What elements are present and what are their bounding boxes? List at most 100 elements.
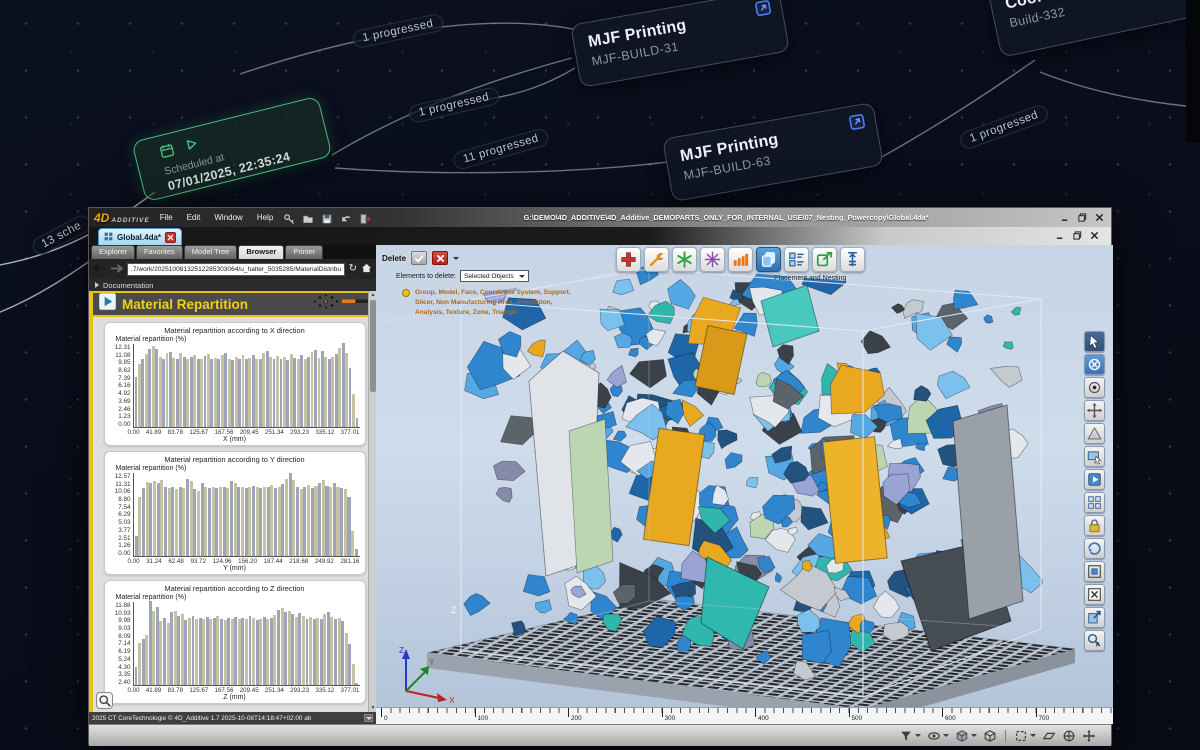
statistics-button[interactable] [728, 247, 753, 272]
repair-button[interactable] [644, 247, 669, 272]
browser-nav-bar: ↻ [89, 259, 376, 279]
solid-cube-icon [983, 729, 997, 743]
deletable-elements-hint: Group, Model, Face, Coordinate System, S… [402, 288, 578, 318]
restore-button[interactable] [1076, 212, 1089, 223]
undo-icon[interactable] [340, 212, 352, 224]
solid-cube-view-button[interactable] [983, 729, 997, 743]
visibility-icon [927, 729, 941, 743]
back-button[interactable] [93, 260, 106, 278]
plane-icon [1042, 729, 1056, 743]
select-cursor-button[interactable] [1084, 331, 1105, 352]
delete-label: Delete [382, 254, 406, 263]
nesting-list-button[interactable] [784, 247, 809, 272]
menubar: File Edit Window Help [160, 213, 274, 222]
menu-window[interactable]: Window [214, 213, 242, 222]
move-button[interactable] [1084, 400, 1105, 421]
chart-ylabel: Material repartition (%) [116, 594, 360, 601]
panel-tab-browser[interactable]: Browser [238, 245, 284, 259]
mdi-close-button[interactable] [1088, 230, 1101, 241]
mdi-minimize-button[interactable] [1054, 230, 1067, 241]
filter-icon [899, 729, 913, 743]
window-zoom-button[interactable] [1084, 446, 1105, 467]
lock-button[interactable] [1084, 515, 1105, 536]
toolbar-caption: Placement and Nesting [774, 275, 846, 282]
chart-title: Material repartition according to Y dire… [110, 455, 360, 464]
cancel-button[interactable] [432, 251, 448, 265]
viewport-ruler: 0100200300400500600700 [376, 707, 1113, 724]
menu-edit[interactable]: Edit [187, 213, 201, 222]
add-button[interactable] [616, 247, 641, 272]
rotate-view-button[interactable] [1084, 538, 1105, 559]
visibility-view-button[interactable] [927, 729, 949, 743]
export-view-button[interactable] [1084, 607, 1105, 628]
viewport-3d[interactable]: Z Z Y X Delete Elements to delete: Selec… [376, 245, 1113, 724]
ruler-label: 500 [852, 715, 863, 722]
folder-icon[interactable] [302, 212, 314, 224]
external-link-icon[interactable] [754, 0, 773, 17]
panel-tab-explorer[interactable]: Explorer [91, 245, 135, 259]
render-mode-view-button[interactable] [955, 729, 977, 743]
tab-close-icon[interactable] [165, 232, 176, 243]
forward-button[interactable] [110, 260, 123, 278]
view-mode-icons [899, 729, 1096, 743]
close-box-button[interactable] [1084, 584, 1105, 605]
home-icon[interactable] [361, 263, 372, 276]
effects-icon [703, 250, 722, 269]
fit-frame-button[interactable] [1084, 561, 1105, 582]
deselect-button[interactable] [1084, 354, 1105, 375]
center-point-button[interactable] [1084, 377, 1105, 398]
select-cursor-icon [1086, 333, 1103, 350]
panel-tab-favorites[interactable]: Favorites [136, 245, 183, 259]
menu-help[interactable]: Help [257, 213, 273, 222]
effects-button[interactable] [700, 247, 725, 272]
minimize-button[interactable] [1059, 212, 1072, 223]
save-icon[interactable] [321, 212, 333, 224]
filter-triangle-button[interactable] [1084, 423, 1105, 444]
origin-view-button[interactable] [1062, 729, 1076, 743]
panel-scrollbar[interactable]: ▲ ▼ [368, 291, 376, 712]
measure-button[interactable] [840, 247, 865, 272]
ruler-label: 0 [384, 715, 388, 722]
collapse-arrow-icon [95, 282, 99, 288]
axis-x-label: X [449, 695, 455, 705]
delete-options-caret-icon[interactable] [453, 257, 459, 260]
exit-icon[interactable] [359, 212, 371, 224]
status-text: 2025 CT CoreTechnologie © 4D_Additive 1.… [92, 715, 311, 722]
duplicate-button[interactable] [756, 247, 781, 272]
close-button[interactable] [1093, 212, 1106, 223]
menu-file[interactable]: File [160, 213, 173, 222]
external-link-icon[interactable] [848, 113, 867, 132]
freeze-button[interactable] [672, 247, 697, 272]
titlebar[interactable]: 4DADDITIVE FileEditWindowHelp G:\DEMO\4D… [89, 208, 1111, 227]
documentation-row[interactable]: Documentation [89, 279, 376, 291]
panel-tab-printer[interactable]: Printer [285, 245, 323, 259]
section-button[interactable] [1084, 469, 1105, 490]
annotate-search-icon: A [1086, 632, 1103, 649]
pan-view-button[interactable] [1082, 729, 1096, 743]
mdi-restore-button[interactable] [1071, 230, 1084, 241]
hint-bullet-icon [402, 289, 410, 297]
elements-to-delete-select[interactable]: Selected Objects [460, 270, 529, 282]
filter-view-button[interactable] [899, 729, 921, 743]
panel-status-bar: 2025 CT CoreTechnologie © 4D_Additive 1.… [89, 712, 376, 724]
export-view-icon [1086, 609, 1103, 626]
ruler-label: 700 [1039, 715, 1050, 722]
status-dropdown[interactable] [364, 714, 373, 722]
tab-grid-icon [104, 228, 113, 246]
export-button[interactable] [812, 247, 837, 272]
grid-view-button[interactable] [1084, 492, 1105, 513]
window-controls [1059, 212, 1106, 223]
documentation-label: Documentation [103, 281, 153, 290]
ruler-label: 100 [478, 715, 489, 722]
chart-card-2: Material repartition according to Z dire… [104, 580, 366, 704]
confirm-button[interactable] [411, 251, 427, 265]
url-input[interactable] [127, 263, 345, 276]
plane-view-button[interactable] [1042, 729, 1056, 743]
refresh-icon[interactable]: ↻ [349, 264, 357, 274]
panel-tab-model-tree[interactable]: Model Tree [184, 245, 238, 259]
zoom-page-button[interactable] [96, 692, 113, 709]
box-select-view-button[interactable] [1014, 729, 1036, 743]
key-icon[interactable] [283, 212, 295, 224]
document-tab[interactable]: Global.4da* [98, 228, 182, 245]
annotate-search-button[interactable]: A [1084, 630, 1105, 651]
